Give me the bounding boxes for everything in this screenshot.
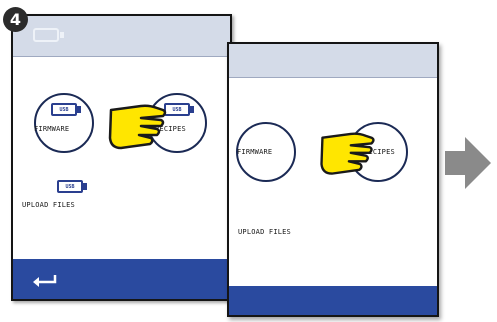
bottom-bar bbox=[13, 259, 230, 299]
top-bar bbox=[229, 44, 437, 78]
device-screen-current: FIRMWARE RECIPES UPLOAD FILES bbox=[227, 42, 439, 317]
top-bar bbox=[13, 16, 230, 57]
firmware-option-button[interactable]: FIRMWARE bbox=[236, 122, 296, 182]
usb-status-icon bbox=[33, 28, 64, 42]
step-number-badge: 4 bbox=[3, 7, 28, 32]
bottom-bar bbox=[229, 286, 437, 315]
next-arrow-icon bbox=[445, 137, 491, 189]
pointing-hand-icon bbox=[108, 104, 167, 150]
upload-files-option[interactable]: UPLOAD FILES bbox=[238, 228, 291, 236]
usb-icon: USB bbox=[51, 103, 81, 116]
usb-icon: USB bbox=[57, 180, 87, 193]
pointing-hand-icon bbox=[320, 132, 375, 175]
firmware-option-button[interactable]: USB FIRMWARE bbox=[34, 93, 94, 153]
return-arrow-icon[interactable] bbox=[31, 273, 57, 289]
firmware-label: FIRMWARE bbox=[237, 148, 273, 156]
firmware-label: FIRMWARE bbox=[34, 125, 70, 133]
upload-files-option[interactable]: UPLOAD FILES bbox=[22, 201, 75, 209]
device-screen-previous: USB FIRMWARE USB RECIPES USB UPLOAD FILE… bbox=[11, 14, 232, 301]
